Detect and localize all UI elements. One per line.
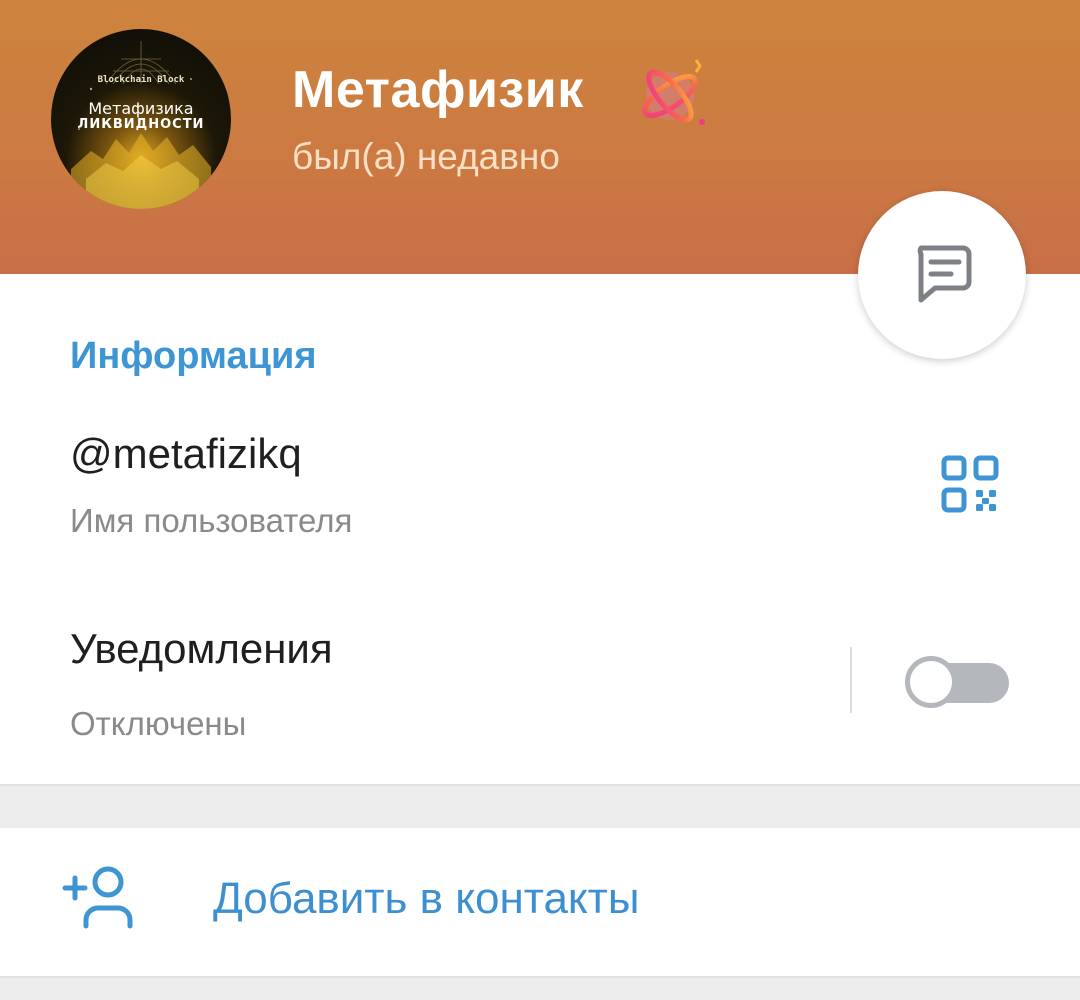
add-user-icon [62,866,133,929]
info-section-title: Информация [70,335,317,377]
notifications-title[interactable]: Уведомления [70,625,333,673]
profile-name: Метафизик [292,61,584,119]
premium-atom-icon[interactable] [632,52,714,134]
last-seen-status: был(а) недавно [292,136,560,177]
add-contact-label: Добавить в контакты [213,874,640,923]
avatar-subtitle: ЛИКВИДНОСТИ [77,117,205,132]
toggle-divider [850,647,852,713]
avatar-title: Метафизика [88,99,194,118]
qr-code-icon[interactable] [940,454,1002,516]
toggle-knob [905,656,957,708]
avatar-caption: Blockchain Block [97,75,185,85]
message-icon [917,245,972,303]
notifications-toggle[interactable] [905,653,1009,711]
avatar[interactable]: Blockchain Block Метафизика ЛИКВИДНОСТИ [51,29,231,209]
username-label: Имя пользователя [70,502,353,539]
username-value[interactable]: @metafizikq [70,430,302,478]
add-contact-button[interactable]: Добавить в контакты [0,828,1080,978]
notifications-status: Отключены [70,705,247,742]
send-message-button[interactable] [858,191,1026,359]
